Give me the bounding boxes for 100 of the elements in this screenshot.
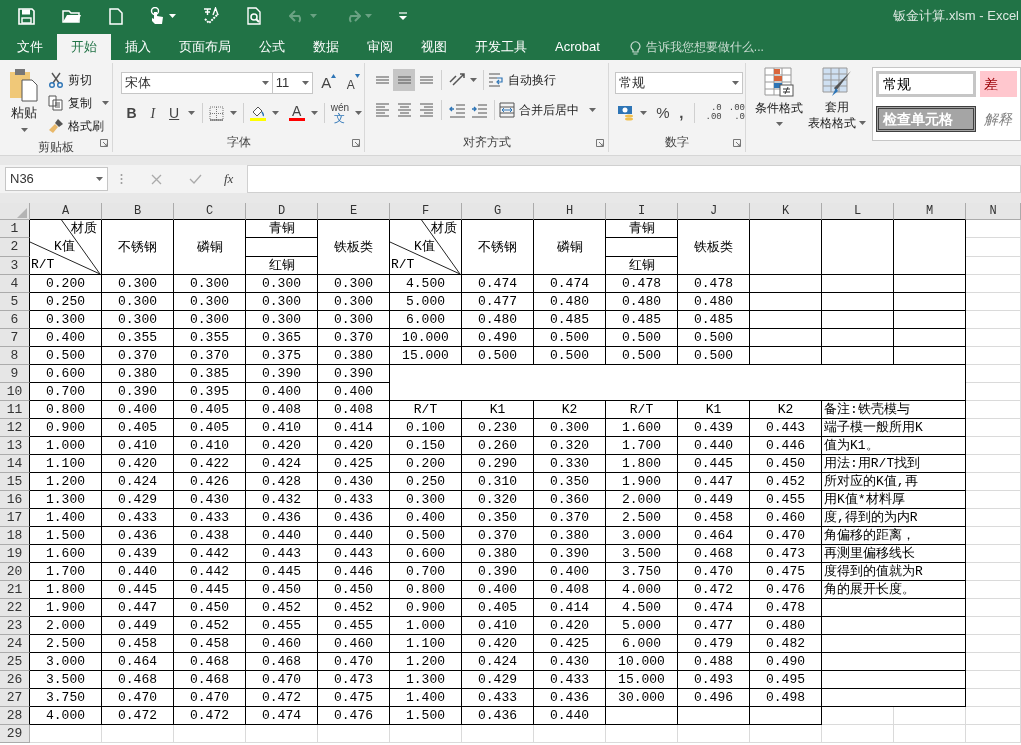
cell-styles-gallery[interactable]: 常规 差 检查单元格 解释 <box>872 67 1021 141</box>
row-header[interactable]: 14 <box>0 455 30 473</box>
dialog-launcher-icon[interactable] <box>352 139 360 147</box>
row-header[interactable]: 4 <box>0 275 30 293</box>
insert-function-button[interactable]: fx <box>224 169 234 189</box>
cut-button[interactable]: 剪切 <box>46 68 111 91</box>
print-preview-icon[interactable] <box>247 7 262 25</box>
ribbon-tab[interactable]: 页面布局 <box>165 34 245 60</box>
row-header[interactable]: 10 <box>0 383 30 401</box>
row-header[interactable]: 6 <box>0 311 30 329</box>
ribbon-tab[interactable]: 审阅 <box>353 34 407 60</box>
hand-pointer-icon[interactable] <box>150 7 165 25</box>
customize-toolbar-icon[interactable] <box>399 12 407 20</box>
font-name-dropdown[interactable]: 宋体 <box>121 72 273 94</box>
dialog-launcher-icon[interactable] <box>733 139 741 147</box>
column-header[interactable]: M <box>894 203 966 220</box>
ribbon-tab[interactable]: 视图 <box>407 34 461 60</box>
column-header[interactable]: I <box>606 203 678 220</box>
row-header[interactable]: 21 <box>0 581 30 599</box>
font-color-button[interactable]: A <box>286 105 320 121</box>
row-header[interactable]: 29 <box>0 725 30 743</box>
spelling-check-icon[interactable] <box>203 7 220 25</box>
row-header[interactable]: 18 <box>0 527 30 545</box>
row-header[interactable]: 24 <box>0 635 30 653</box>
row-header[interactable]: 17 <box>0 509 30 527</box>
ribbon-tab[interactable]: 开发工具 <box>461 34 541 60</box>
column-header[interactable]: F <box>390 203 462 220</box>
dialog-launcher-icon[interactable] <box>100 139 108 147</box>
row-header[interactable]: 25 <box>0 653 30 671</box>
row-header[interactable]: 26 <box>0 671 30 689</box>
row-header[interactable]: 13 <box>0 437 30 455</box>
table-cell: 0.400 <box>390 509 462 527</box>
column-header[interactable]: J <box>678 203 750 220</box>
row-header[interactable]: 12 <box>0 419 30 437</box>
row-header[interactable]: 15 <box>0 473 30 491</box>
accounting-format-button[interactable] <box>615 105 649 121</box>
format-as-table-button[interactable]: 套用 表格格式 <box>808 67 866 152</box>
row-header[interactable]: 5 <box>0 293 30 311</box>
conditional-formatting-button[interactable]: 条件格式 <box>754 67 804 152</box>
copy-button[interactable]: 复制 <box>46 91 111 114</box>
comma-button[interactable]: , <box>672 102 690 124</box>
number-format-dropdown[interactable]: 常规 <box>615 72 743 94</box>
shrink-font-button[interactable]: A <box>342 72 364 94</box>
fill-color-button[interactable] <box>247 105 281 121</box>
underline-button[interactable]: U <box>163 102 185 124</box>
row-header[interactable]: 9 <box>0 365 30 383</box>
percent-button[interactable]: % <box>653 102 673 124</box>
column-header[interactable]: C <box>174 203 246 220</box>
wrap-text-button[interactable]: 自动换行 <box>488 71 556 89</box>
row-header[interactable]: 7 <box>0 329 30 347</box>
grow-font-button[interactable]: A <box>318 72 340 94</box>
folder-icon[interactable] <box>62 8 82 24</box>
format-painter-button[interactable]: 格式刷 <box>46 114 111 137</box>
close-icon[interactable] <box>151 173 162 185</box>
paste-button[interactable]: 粘贴 <box>8 68 40 137</box>
name-box[interactable]: N36 <box>5 167 108 191</box>
merge-center-button[interactable]: 合并后居中 <box>499 101 596 119</box>
bold-button[interactable]: B <box>121 102 143 124</box>
checkmark-icon[interactable] <box>189 174 202 184</box>
column-header[interactable]: K <box>750 203 822 220</box>
column-header[interactable]: H <box>534 203 606 220</box>
row-header[interactable]: 2 <box>0 238 30 257</box>
dialog-launcher-icon[interactable] <box>596 139 604 147</box>
phonetic-button[interactable]: wén 文 <box>328 102 364 124</box>
column-header[interactable]: B <box>102 203 174 220</box>
tell-me-field[interactable]: 告诉我您想要做什么... <box>629 34 764 60</box>
align-left-icon <box>374 103 390 117</box>
ribbon-tab[interactable]: 公式 <box>245 34 299 60</box>
row-header[interactable]: 1 <box>0 220 30 239</box>
ribbon-tab[interactable]: 数据 <box>299 34 353 60</box>
ribbon-tab[interactable]: 文件 <box>3 34 57 60</box>
ribbon-tab[interactable]: 插入 <box>111 34 165 60</box>
row-header[interactable]: 22 <box>0 599 30 617</box>
row-header[interactable]: 28 <box>0 707 30 725</box>
row-header[interactable]: 8 <box>0 347 30 365</box>
column-header[interactable]: D <box>246 203 318 220</box>
cell-style-option[interactable]: 解释 <box>980 106 1017 132</box>
new-document-icon[interactable] <box>109 7 123 25</box>
save-icon[interactable] <box>18 7 35 25</box>
italic-button[interactable]: I <box>142 102 164 124</box>
column-header[interactable]: L <box>822 203 894 220</box>
column-header[interactable]: N <box>966 203 1021 220</box>
decrease-decimal-button[interactable]: .00 .0 <box>721 102 745 124</box>
row-header[interactable]: 16 <box>0 491 30 509</box>
column-header[interactable]: G <box>462 203 534 220</box>
formula-input[interactable] <box>247 165 1021 193</box>
row-header[interactable]: 19 <box>0 545 30 563</box>
ribbon-tab[interactable]: Acrobat <box>541 34 614 60</box>
column-header[interactable]: A <box>30 203 102 220</box>
borders-button[interactable] <box>206 105 239 121</box>
cell-style-option[interactable]: 常规 <box>876 71 976 97</box>
row-header[interactable]: 20 <box>0 563 30 581</box>
increase-decimal-button[interactable]: .0 .00 <box>698 102 722 124</box>
font-size-dropdown[interactable]: 11 <box>272 72 313 94</box>
cell-style-option[interactable]: 差 <box>980 71 1017 97</box>
column-header[interactable]: E <box>318 203 390 220</box>
ribbon-tab[interactable]: 开始 <box>57 34 111 60</box>
row-header[interactable]: 11 <box>0 401 30 419</box>
row-header[interactable]: 27 <box>0 689 30 707</box>
row-header[interactable]: 23 <box>0 617 30 635</box>
